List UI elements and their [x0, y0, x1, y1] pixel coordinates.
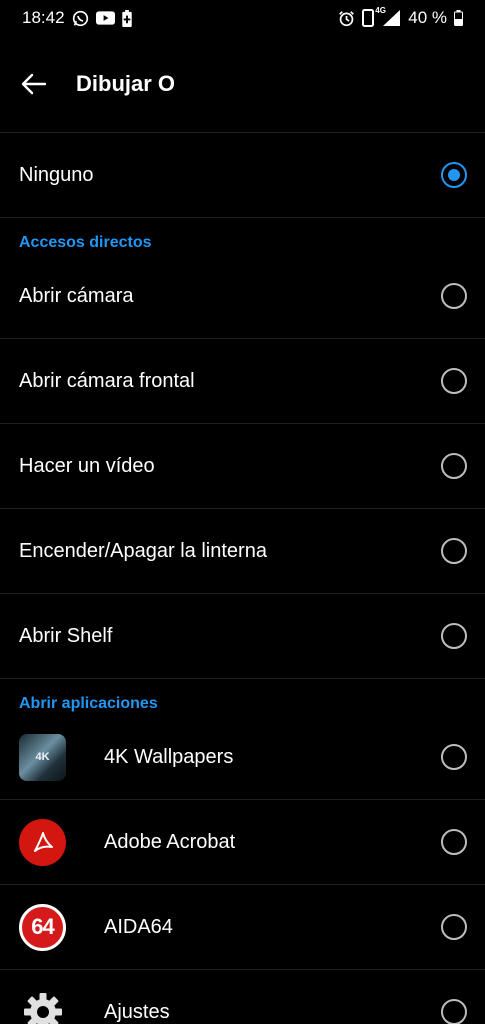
option-app-4k-wallpapers[interactable]: 4K 4K Wallpapers — [0, 715, 485, 800]
option-toggle-flashlight[interactable]: Encender/Apagar la linterna — [0, 509, 485, 594]
section-header-shortcuts: Accesos directos — [19, 234, 152, 251]
option-label: 4K Wallpapers — [104, 745, 234, 768]
option-label: Abrir Shelf — [19, 624, 113, 647]
page-title: Dibujar O — [76, 71, 176, 96]
arrow-left-icon — [21, 73, 47, 95]
gesture-options-list: Ninguno Accesos directos Abrir cámara Ab… — [0, 132, 485, 1024]
battery-percent: 40 % — [408, 8, 447, 27]
radio-unselected[interactable] — [441, 538, 467, 564]
adobe-acrobat-icon — [19, 818, 66, 866]
radio-unselected[interactable] — [441, 453, 467, 479]
option-open-front-camera[interactable]: Abrir cámara frontal — [0, 339, 485, 424]
whatsapp-icon — [72, 10, 89, 27]
radio-unselected[interactable] — [441, 623, 467, 649]
gear-icon — [19, 989, 66, 1024]
status-bar: 18:42 4G 40 % — [0, 0, 485, 36]
battery-icon — [454, 10, 463, 26]
radio-selected[interactable] — [441, 162, 467, 188]
aida64-icon: 64 — [19, 903, 66, 951]
option-none[interactable]: Ninguno — [0, 133, 485, 218]
signal-icon: 4G — [375, 6, 401, 27]
app-bar: Dibujar O — [0, 36, 485, 132]
radio-unselected[interactable] — [441, 999, 467, 1024]
option-label: Ajustes — [104, 1000, 170, 1023]
youtube-icon — [95, 11, 115, 25]
radio-unselected[interactable] — [441, 283, 467, 309]
status-time: 18:42 — [22, 8, 65, 27]
vibrate-icon — [362, 9, 375, 27]
network-label: 4G — [375, 6, 386, 15]
battery-saver-icon — [121, 9, 132, 27]
option-open-shelf[interactable]: Abrir Shelf — [0, 594, 485, 679]
radio-unselected[interactable] — [441, 368, 467, 394]
option-app-adobe-acrobat[interactable]: Adobe Acrobat — [0, 800, 485, 885]
alarm-icon — [338, 10, 355, 27]
radio-unselected[interactable] — [441, 829, 467, 855]
option-label: Abrir cámara frontal — [19, 369, 195, 392]
option-label: Encender/Apagar la linterna — [19, 539, 267, 562]
option-label: Hacer un vídeo — [19, 454, 155, 477]
4k-wallpapers-icon: 4K — [19, 733, 66, 781]
back-button[interactable] — [10, 60, 58, 108]
option-label: Abrir cámara — [19, 284, 134, 307]
option-label: Adobe Acrobat — [104, 830, 236, 853]
section-header-apps: Abrir aplicaciones — [19, 695, 158, 712]
option-app-aida64[interactable]: 64 AIDA64 — [0, 885, 485, 970]
radio-unselected[interactable] — [441, 744, 467, 770]
option-label: AIDA64 — [104, 915, 173, 938]
option-app-ajustes[interactable]: Ajustes — [0, 970, 485, 1024]
radio-unselected[interactable] — [441, 914, 467, 940]
option-label: Ninguno — [19, 163, 94, 186]
option-open-camera[interactable]: Abrir cámara — [0, 254, 485, 339]
option-record-video[interactable]: Hacer un vídeo — [0, 424, 485, 509]
